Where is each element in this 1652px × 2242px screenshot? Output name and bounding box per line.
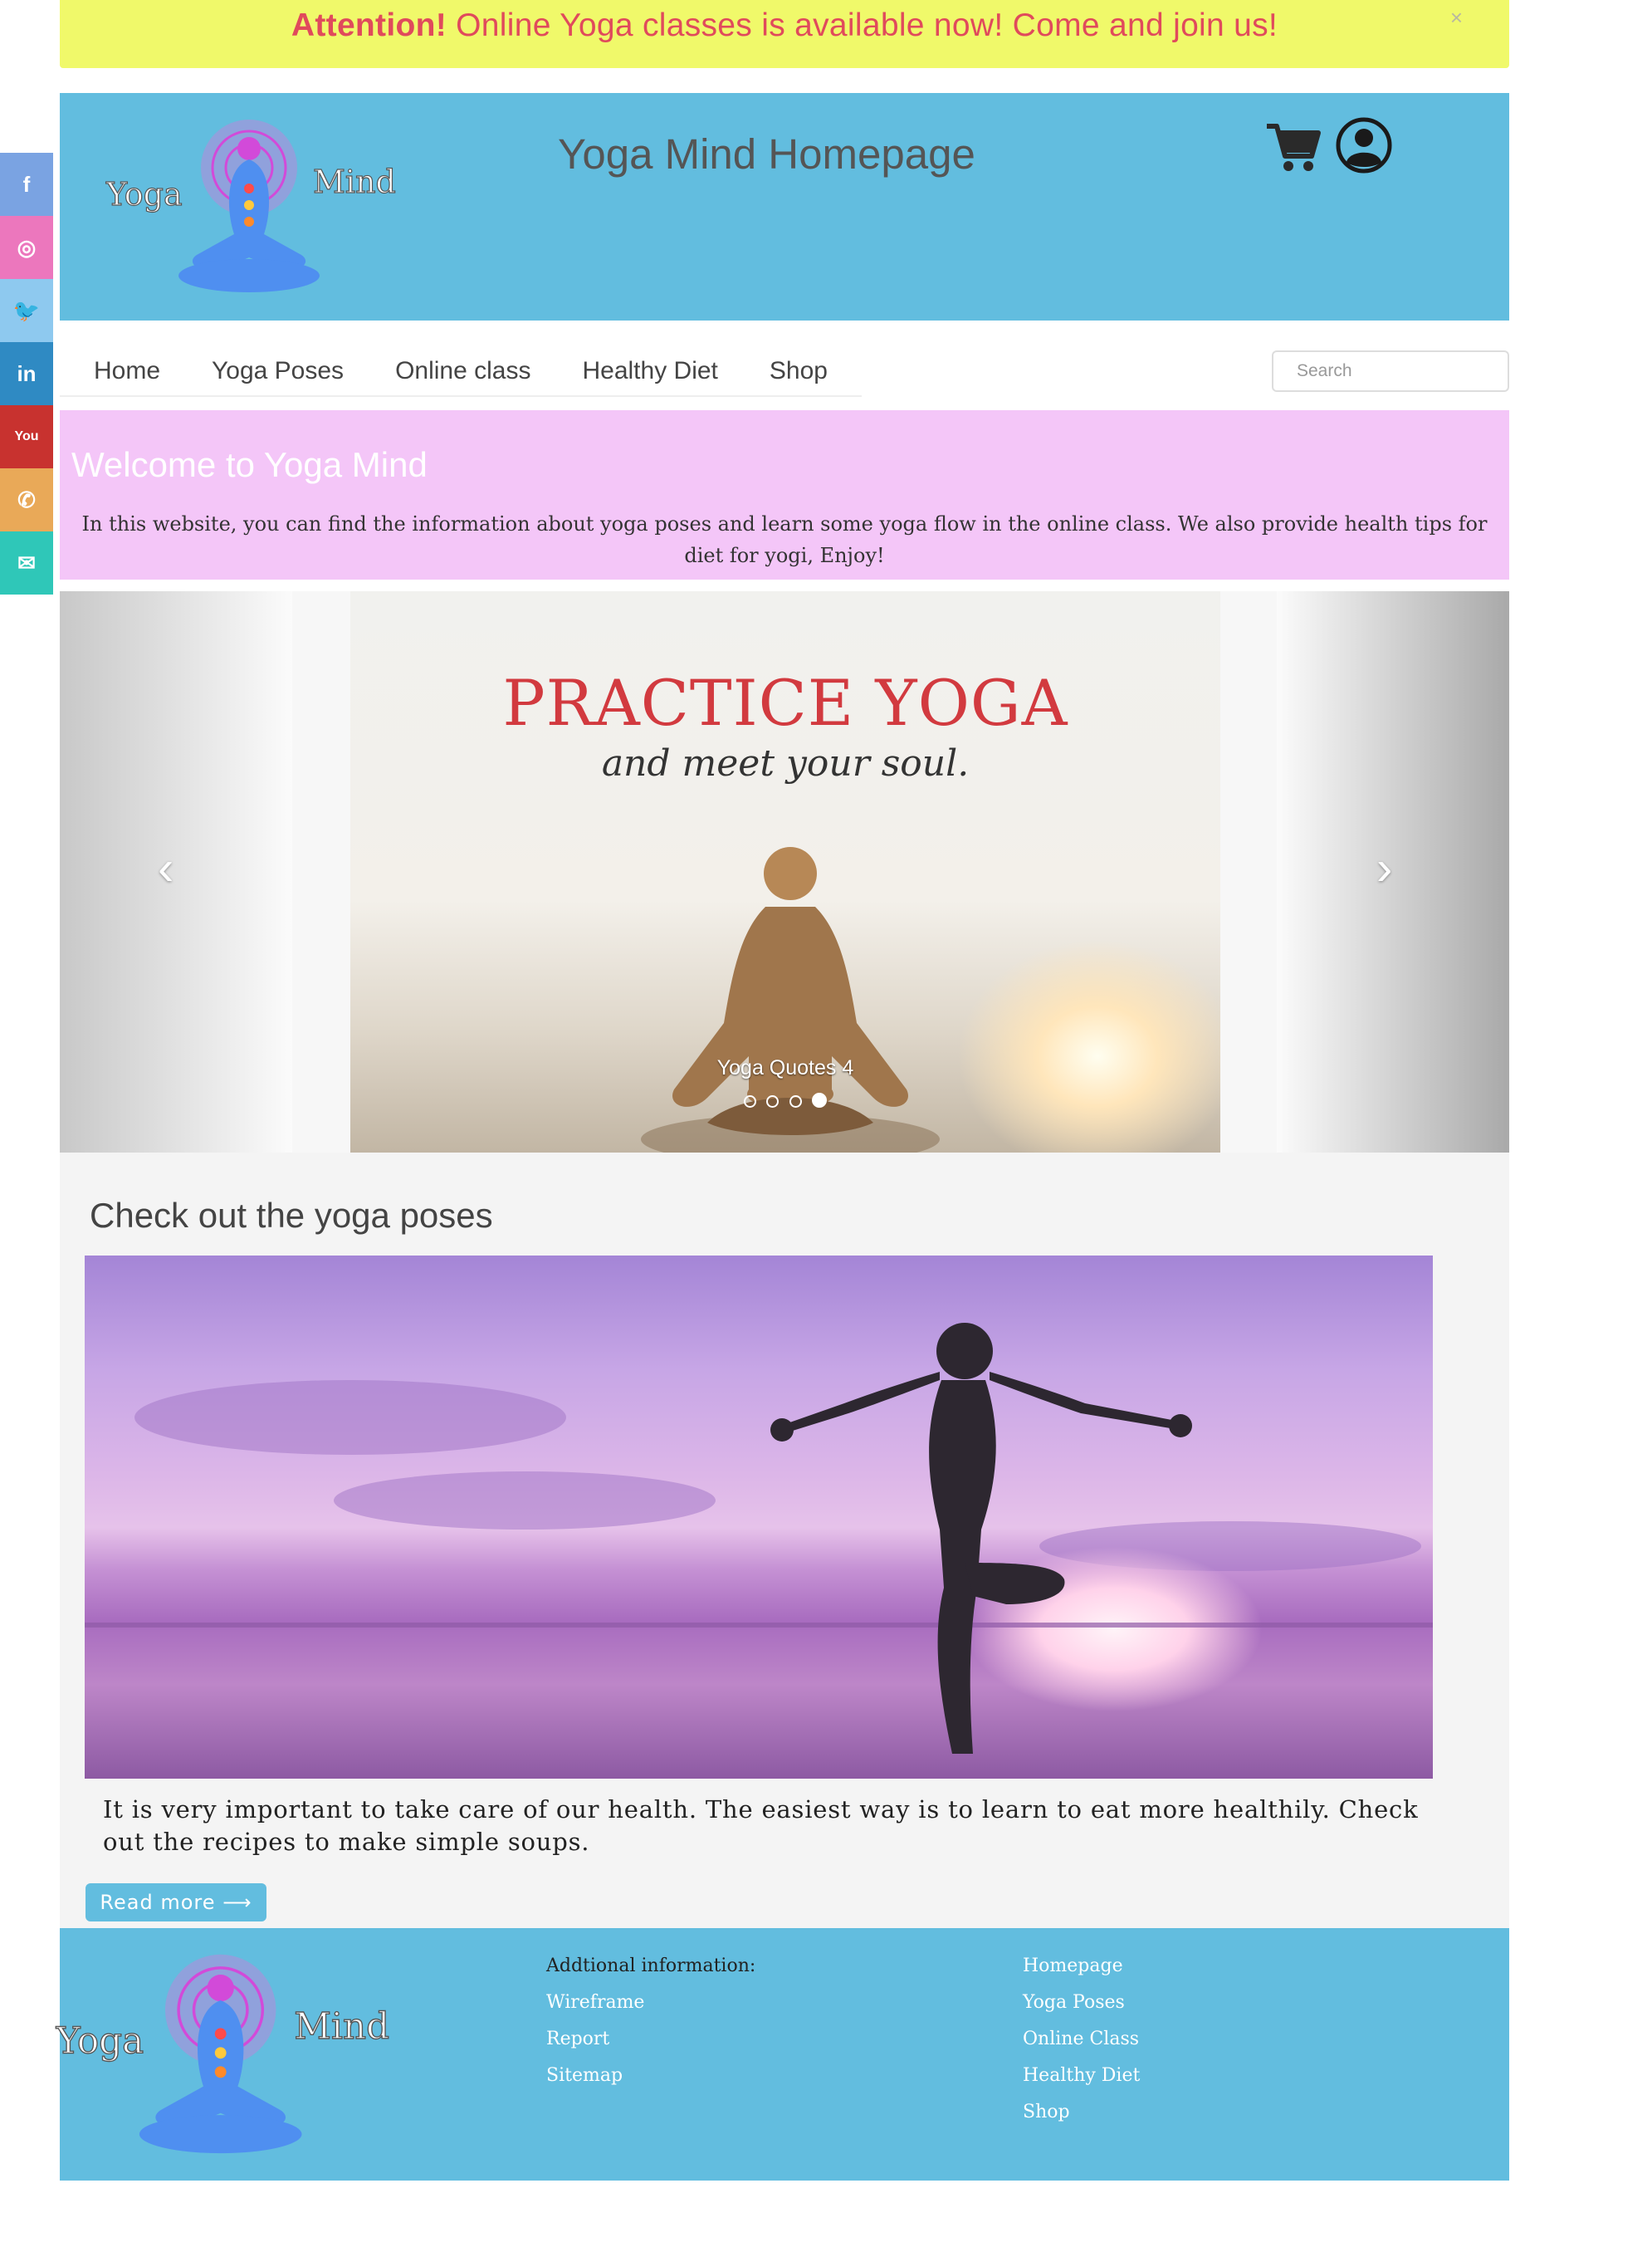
alert-strong: Attention! [291, 7, 447, 43]
announcement-alert: Attention! Online Yoga classes is availa… [60, 0, 1509, 68]
instagram-icon[interactable]: ◎ [0, 216, 53, 279]
welcome-section: Welcome to Yoga Mind In this website, yo… [60, 410, 1509, 580]
slide-headline: PRACTICE YOGA [502, 666, 1068, 740]
footer-link-online-class[interactable]: Online Class [1023, 2021, 1140, 2058]
carousel-dot-active[interactable] [812, 1093, 828, 1108]
user-account-icon[interactable] [1335, 116, 1393, 174]
linkedin-icon[interactable]: in [0, 342, 53, 405]
site-header: Yoga Mind Yoga Mind Homepage [60, 93, 1509, 321]
email-icon[interactable]: ✉ [0, 531, 53, 595]
alert-message: Attention! Online Yoga classes is availa… [60, 7, 1509, 44]
nav-list: Home Yoga Poses Online class Healthy Die… [60, 340, 862, 397]
nav-item-healthy-diet[interactable]: Healthy Diet [548, 340, 735, 395]
footer-nav-column: Homepage Yoga Poses Online Class Healthy… [1023, 1948, 1140, 2131]
youtube-icon[interactable]: You [0, 405, 53, 468]
footer-info-column: Addtional information: Wireframe Report … [546, 1948, 755, 2094]
footer-link-yoga-poses[interactable]: Yoga Poses [1023, 1985, 1140, 2021]
slide-subline: and meet your soul. [601, 742, 970, 785]
cart-icon[interactable] [1263, 118, 1322, 176]
section-text: It is very important to take care of our… [103, 1795, 1419, 1856]
chevron-left-icon[interactable]: ‹ [158, 840, 174, 896]
nav-item-shop[interactable]: Shop [736, 340, 845, 395]
twitter-icon[interactable]: 🐦 [0, 279, 53, 342]
alert-text: Online Yoga classes is available now! Co… [447, 7, 1278, 43]
carousel-dot[interactable] [766, 1095, 780, 1108]
search-input[interactable] [1272, 350, 1509, 392]
footer-link-sitemap[interactable]: Sitemap [546, 2058, 755, 2094]
chevron-right-icon[interactable]: › [1376, 840, 1392, 896]
image-carousel: PRACTICE YOGA and meet your soul. Yoga Q… [60, 591, 1509, 1153]
logo-text-left: Yoga [105, 176, 183, 213]
read-more-button[interactable]: Read more ⟶ [86, 1883, 266, 1921]
yoga-mind-logo[interactable]: Yoga Mind [101, 110, 400, 297]
welcome-text: In this website, you can find the inform… [81, 512, 1488, 567]
footer-logo[interactable]: Yoga Mind [48, 1943, 397, 2159]
carousel-slide: PRACTICE YOGA and meet your soul. Yoga Q… [350, 591, 1220, 1153]
nav-item-online-class[interactable]: Online class [361, 340, 548, 395]
slide-caption: Yoga Quotes 4 [716, 1056, 854, 1079]
carousel-dot[interactable] [743, 1095, 756, 1108]
page-title: Yoga Mind Homepage [558, 130, 975, 178]
nav-item-yoga-poses[interactable]: Yoga Poses [178, 340, 361, 395]
nav-item-home[interactable]: Home [60, 340, 178, 395]
footer-info-heading: Addtional information: [546, 1956, 756, 1976]
carousel-indicators [350, 1093, 1220, 1112]
yoga-poses-section: Check out the yoga poses It is very impo… [60, 1153, 1509, 1928]
footer-link-report[interactable]: Report [546, 2021, 755, 2058]
footer-link-shop[interactable]: Shop [1023, 2094, 1140, 2131]
footer-link-healthy-diet[interactable]: Healthy Diet [1023, 2058, 1140, 2094]
footer-link-homepage[interactable]: Homepage [1023, 1948, 1140, 1985]
facebook-icon[interactable]: f [0, 153, 53, 216]
main-navigation: Home Yoga Poses Online class Healthy Die… [60, 322, 1509, 410]
logo-text-right: Mind [313, 164, 396, 200]
yoga-pose-image [85, 1256, 1433, 1779]
welcome-title: Welcome to Yoga Mind [71, 445, 428, 484]
footer-logo-text-right: Mind [294, 2005, 389, 2048]
section-heading: Check out the yoga poses [90, 1196, 493, 1235]
social-sidebar: f ◎ 🐦 in You ✆ ✉ [0, 153, 53, 595]
carousel-right-gradient [1277, 591, 1509, 1153]
footer-logo-text-left: Yoga [56, 2019, 144, 2062]
carousel-left-gradient [60, 591, 292, 1153]
footer-link-wireframe[interactable]: Wireframe [546, 1985, 755, 2021]
carousel-dot[interactable] [789, 1095, 802, 1108]
close-icon[interactable]: × [1450, 5, 1463, 31]
phone-icon[interactable]: ✆ [0, 468, 53, 531]
